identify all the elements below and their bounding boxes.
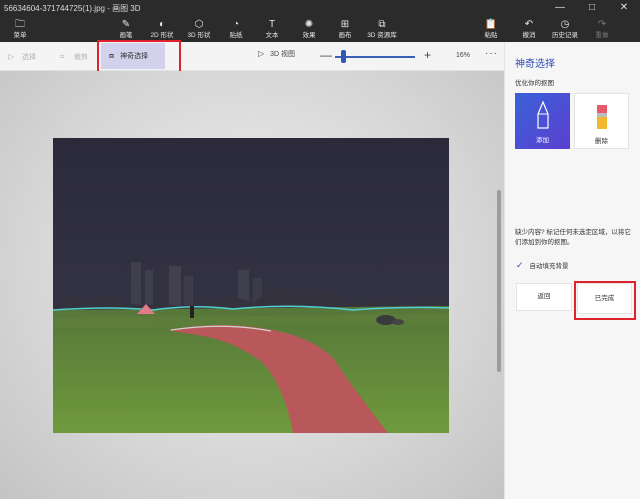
folder-icon: 🗀 — [15, 19, 25, 30]
zoom-value: 16% — [456, 52, 471, 59]
crop-icon: ⌗ — [60, 52, 65, 61]
tool-stickers[interactable]: ◔ 贴纸 — [216, 18, 256, 42]
autofill-background-checkbox[interactable]: ✓ 自动填充背景 — [516, 260, 569, 271]
undo-button[interactable]: ↶ 撤消 — [509, 18, 549, 42]
select-tool[interactable]: ▷ 选择 — [8, 50, 36, 64]
window-title: 56634604-371744725(1).jpg - 画图 3D — [4, 4, 141, 13]
zoom-out-button[interactable]: — — [320, 48, 332, 62]
history-icon: ◷ — [560, 19, 570, 30]
zoom-slider-thumb[interactable] — [341, 50, 346, 63]
cube-icon: ⬡ — [194, 19, 204, 30]
view-3d-icon: ▷ — [258, 49, 265, 58]
brush-icon: ✎ — [121, 19, 131, 30]
ribbon: 56634604-371744725(1).jpg - 画图 3D — □ ✕ … — [0, 0, 640, 42]
add-mode-button[interactable]: 添加 — [515, 93, 570, 149]
canvas-icon: ⊞ — [340, 19, 350, 30]
eraser-icon — [596, 105, 607, 129]
minimize-button[interactable]: — — [544, 0, 576, 16]
redo-icon: ↷ — [597, 19, 607, 30]
shapes-2d-icon: ◐ — [158, 19, 166, 30]
zoom-slider-track[interactable] — [335, 56, 415, 58]
close-button[interactable]: ✕ — [608, 0, 640, 16]
annotation-box-done — [574, 281, 636, 320]
menu-button[interactable]: 🗀 菜单 — [0, 18, 40, 42]
zoom-in-button[interactable]: + — [424, 48, 431, 62]
photo-being-edited[interactable] — [53, 138, 449, 433]
effects-icon: ✺ — [304, 19, 314, 30]
paste-icon: 📋 — [484, 19, 498, 30]
panel-title: 神奇选择 — [515, 59, 555, 70]
redo-button[interactable]: ↷ 重做 — [582, 18, 622, 42]
sticker-icon: ◔ — [232, 19, 240, 30]
more-options-button[interactable]: ··· — [485, 48, 498, 59]
pencil-add-icon — [536, 100, 549, 129]
tool-text[interactable]: T 文本 — [252, 18, 292, 42]
paste-button[interactable]: 📋 粘贴 — [471, 18, 511, 42]
panel-subtitle: 优化你的抠图 — [515, 80, 554, 87]
hint-text: 缺少内容? 标记任何未选定区域，以将它们添加到你的抠图。 — [515, 229, 631, 246]
photo-svg — [53, 138, 449, 433]
remove-mode-button[interactable]: 删除 — [574, 93, 629, 149]
maximize-button[interactable]: □ — [576, 0, 608, 16]
back-button[interactable]: 返回 — [516, 283, 572, 311]
tool-brush[interactable]: ✎ 画笔 — [106, 18, 146, 42]
history-button[interactable]: ◷ 历史记录 — [545, 18, 585, 42]
crop-tool[interactable]: ⌗ 裁剪 — [60, 50, 88, 64]
library-3d-icon: ⧉ — [378, 19, 386, 30]
tool-3d-library[interactable]: ⧉ 3D 资源库 — [362, 18, 402, 42]
checkmark-icon: ✓ — [516, 260, 524, 270]
pointer-icon: ▷ — [8, 52, 15, 61]
tool-3d-shapes[interactable]: ⬡ 3D 形状 — [179, 18, 219, 42]
text-icon: T — [268, 19, 276, 30]
canvas-scrollbar[interactable] — [497, 190, 501, 372]
tool-canvas[interactable]: ⊞ 画布 — [325, 18, 365, 42]
tool-effects[interactable]: ✺ 效果 — [289, 18, 329, 42]
view-3d-toggle[interactable]: ▷ 3D 视图 — [258, 49, 295, 59]
tool-2d-shapes[interactable]: ◐ 2D 形状 — [142, 18, 182, 42]
undo-icon: ↶ — [524, 19, 534, 30]
